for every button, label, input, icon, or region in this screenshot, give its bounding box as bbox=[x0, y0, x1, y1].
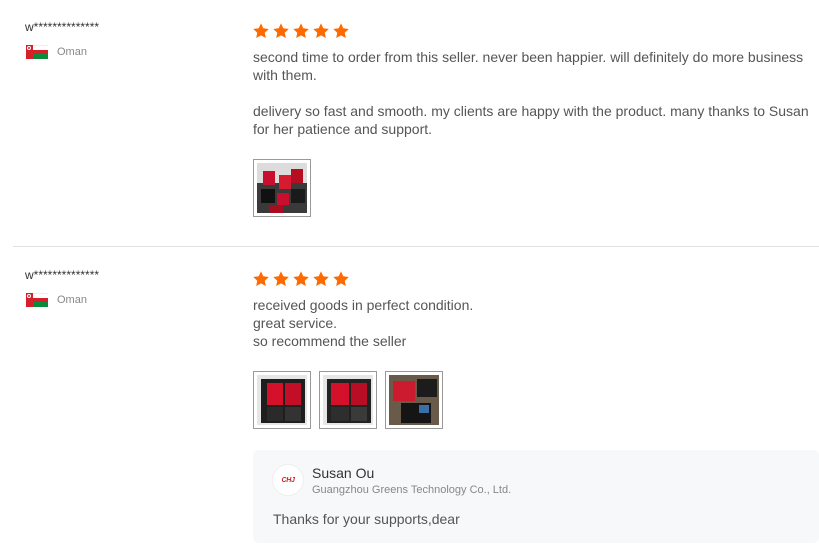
review-divider bbox=[13, 246, 819, 247]
oman-flag-icon bbox=[26, 293, 48, 307]
reviewer-name: w************** bbox=[25, 268, 100, 282]
star-icon bbox=[252, 270, 270, 288]
review-text: delivery so fast and smooth. my clients … bbox=[253, 103, 809, 137]
review-text: great service. bbox=[253, 315, 338, 331]
review-photo-thumbnail[interactable] bbox=[319, 371, 377, 429]
review-text: received goods in perfect condition. bbox=[253, 297, 474, 313]
star-icon bbox=[292, 270, 310, 288]
seller-reply: CHJ Susan Ou Guangzhou Greens Technology… bbox=[253, 450, 819, 543]
star-icon bbox=[312, 22, 330, 40]
reviewer-country: Oman bbox=[26, 292, 87, 308]
star-icon bbox=[292, 22, 310, 40]
seller-name: Susan Ou bbox=[312, 465, 375, 481]
reviewer-name: w************** bbox=[25, 20, 100, 34]
star-icon bbox=[252, 22, 270, 40]
review-text: so recommend the seller bbox=[253, 333, 407, 349]
oman-flag-icon bbox=[26, 45, 48, 59]
country-name: Oman bbox=[57, 46, 87, 58]
seller-logo: CHJ bbox=[272, 464, 304, 496]
star-icon bbox=[272, 22, 290, 40]
reviewer-country: Oman bbox=[26, 44, 87, 60]
star-rating bbox=[252, 22, 350, 40]
country-name: Oman bbox=[57, 294, 87, 306]
star-rating bbox=[252, 270, 350, 288]
seller-reply-text: Thanks for your supports,dear bbox=[273, 511, 460, 527]
star-icon bbox=[332, 22, 350, 40]
seller-company: Guangzhou Greens Technology Co., Ltd. bbox=[312, 484, 512, 496]
review-item: w************** Oman received goods in p… bbox=[0, 248, 819, 554]
star-icon bbox=[332, 270, 350, 288]
review-photo-thumbnail[interactable] bbox=[385, 371, 443, 429]
review-photo-thumbnail[interactable] bbox=[253, 371, 311, 429]
star-icon bbox=[312, 270, 330, 288]
review-text: second time to order from this seller. n… bbox=[253, 49, 804, 83]
star-icon bbox=[272, 270, 290, 288]
seller-logo-text: CHJ bbox=[281, 476, 295, 484]
review-photo-thumbnail[interactable] bbox=[253, 159, 311, 217]
review-item: w************** Oman second time to orde… bbox=[0, 0, 819, 246]
